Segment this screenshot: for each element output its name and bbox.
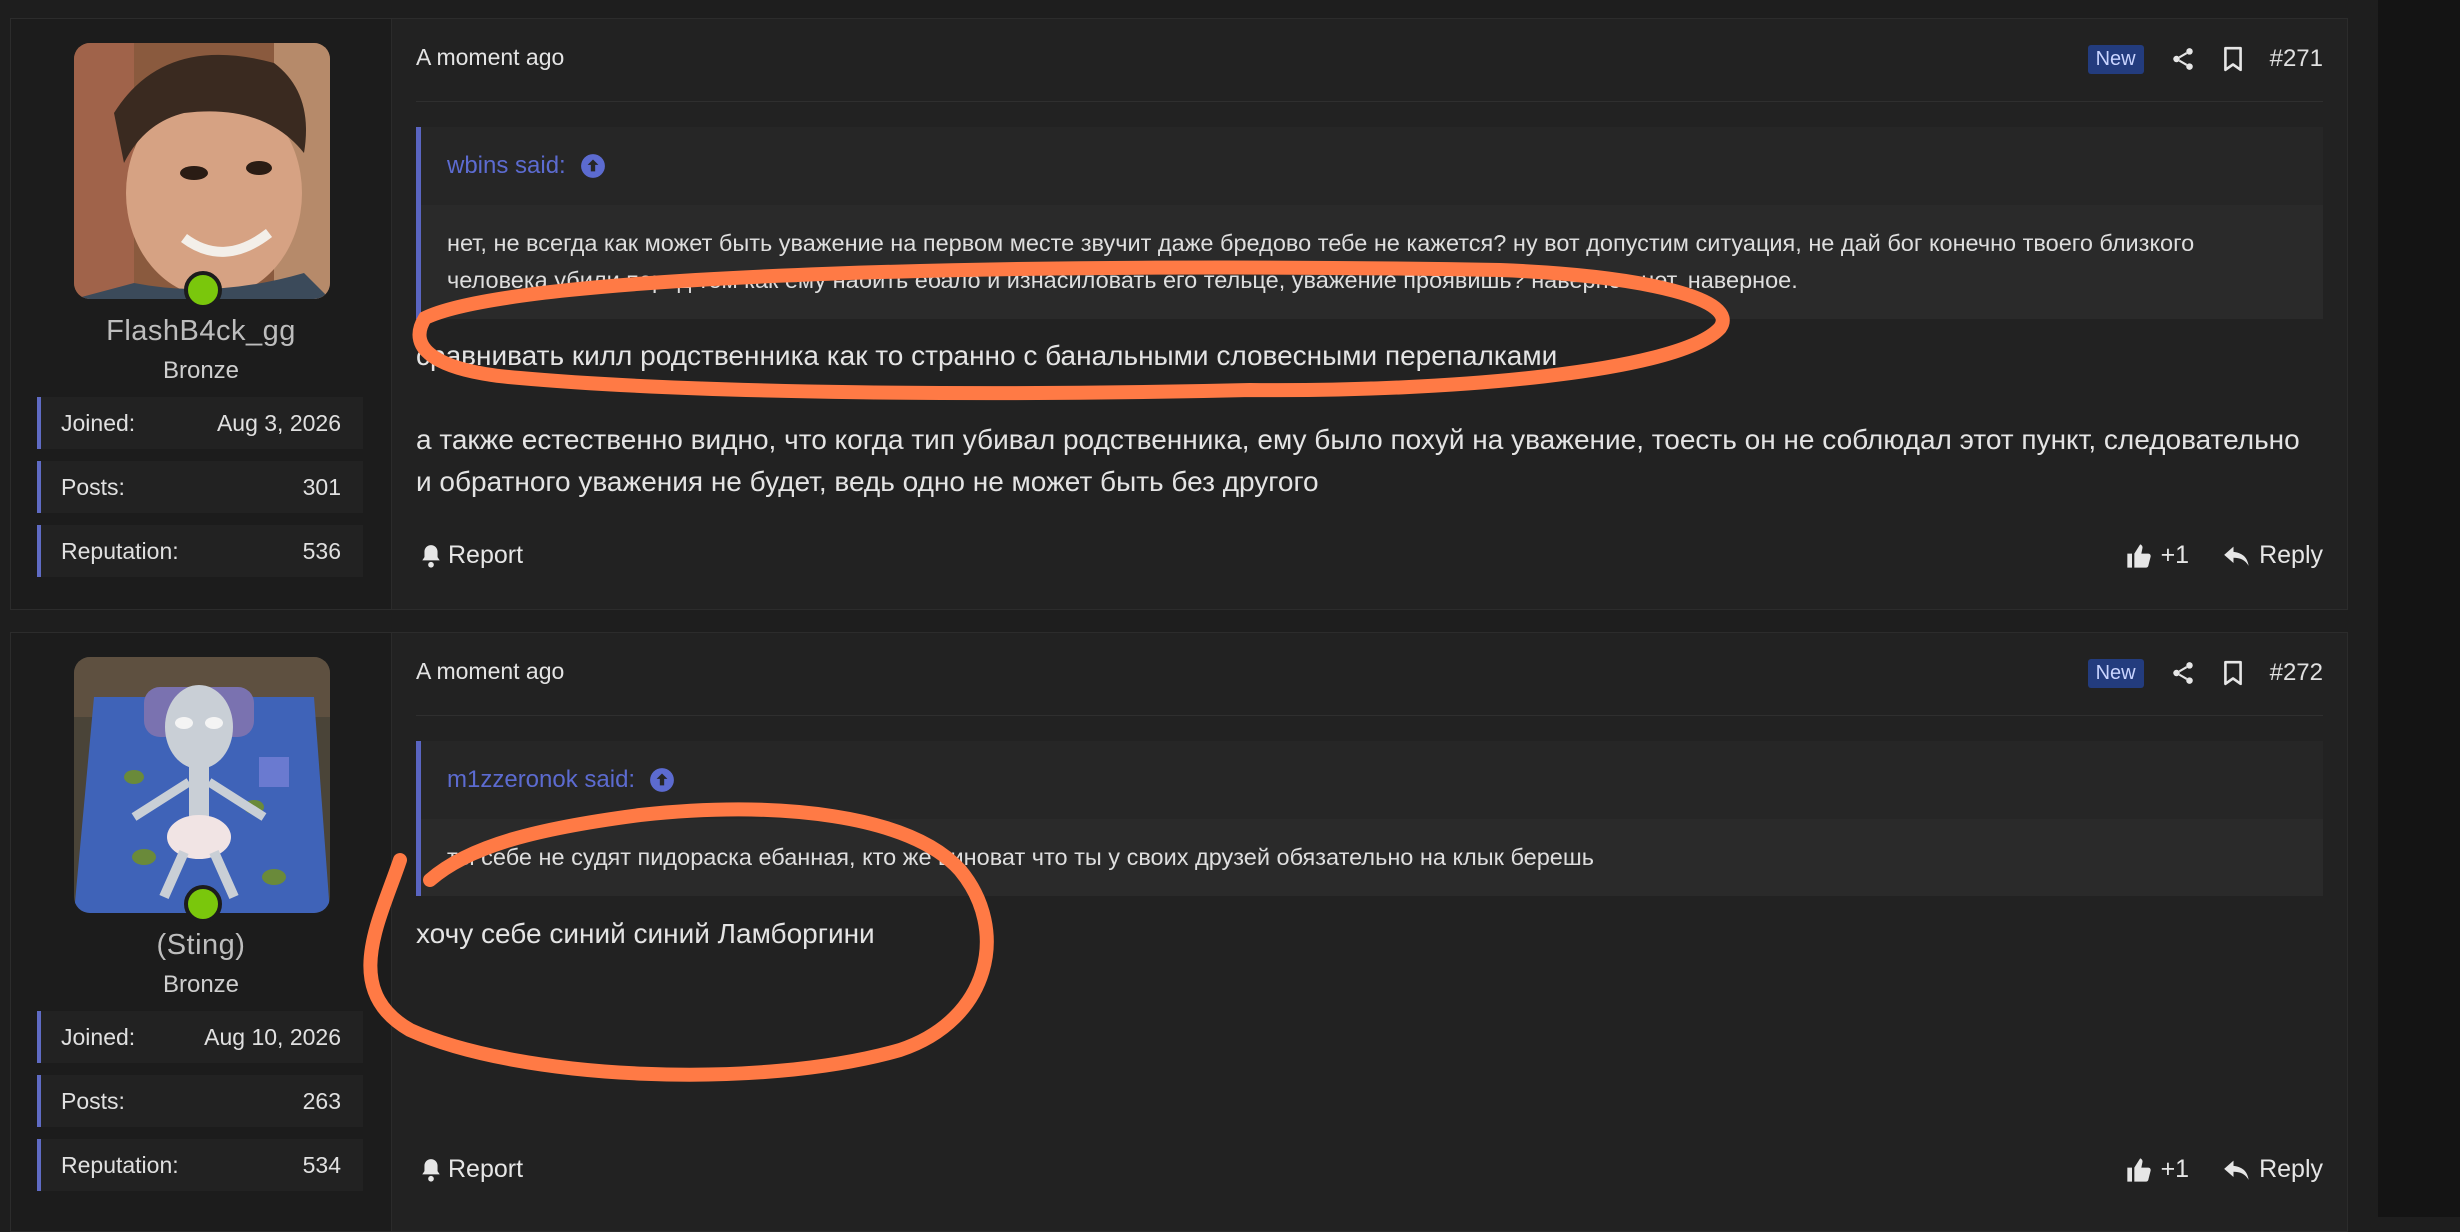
report-label: Report [448,1155,524,1183]
stat-value: Aug 3, 2026 [216,409,341,436]
stat-reputation: Reputation: 534 [37,1139,363,1191]
user-avatar[interactable] [74,657,330,923]
post-actions: New #272 [2087,655,2323,691]
post-actions: New #271 [2087,41,2323,77]
new-badge: New [2087,658,2144,688]
user-rank: Bronze [162,357,240,384]
post-footer-actions: +1 Reply [2125,541,2323,570]
new-badge: New [2087,44,2144,74]
quote-text: нет, не всегда как может быть уважение н… [421,205,2323,319]
post-footer-actions: +1 Reply [2125,1155,2323,1184]
quote-jump-icon[interactable] [580,153,606,179]
reply-button[interactable]: Reply [2223,1155,2323,1184]
post-body: A moment ago New #272 m1zzeronok said: т… [416,633,2323,1231]
page-scrollbar[interactable] [2378,0,2460,1217]
post-time[interactable]: A moment ago [416,658,564,685]
bell-icon [422,1158,440,1182]
user-rank: Bronze [162,971,240,998]
quote-block: m1zzeronok said: ты себе не судят пидора… [416,741,2323,896]
post-number-link[interactable]: #272 [2270,659,2323,687]
report-button[interactable]: Report [420,1155,523,1184]
user-panel: (Sting) Bronze Joined: Aug 10, 2026 Posts… [11,633,392,1231]
stat-posts: Posts: 263 [37,1075,363,1127]
user-panel: FlashB4ck_gg Bronze Joined: Aug 3, 2026 P… [11,19,392,609]
stat-joined: Joined: Aug 3, 2026 [37,397,363,449]
like-button[interactable]: +1 [2125,541,2190,570]
post-paragraph: хочу себе синий синий Ламборгини [416,918,875,949]
post-271: FlashB4ck_gg Bronze Joined: Aug 3, 2026 P… [10,18,2348,610]
online-status-icon [184,271,222,309]
report-button[interactable]: Report [420,541,523,570]
stat-reputation: Reputation: 536 [37,525,363,577]
quote-block: wbins said: нет, не всегда как может быт… [416,127,2323,319]
quote-text: ты себе не судят пидораска ебанная, кто … [421,819,2323,896]
post-272: (Sting) Bronze Joined: Aug 10, 2026 Posts… [10,632,2348,1232]
stat-value: 301 [302,473,341,500]
share-icon[interactable] [2170,660,2196,686]
quote-author-link[interactable]: m1zzeronok said: [421,741,2323,819]
thumbs-up-icon [2126,1157,2151,1182]
reply-label: Reply [2259,541,2323,569]
bell-icon [422,544,440,568]
stat-value: Aug 10, 2026 [204,1023,341,1050]
username[interactable]: FlashB4ck_gg [11,315,391,348]
reply-label: Reply [2259,1155,2323,1183]
stat-value: 536 [302,537,341,564]
reply-button[interactable]: Reply [2223,541,2323,570]
post-time[interactable]: A moment ago [416,44,564,71]
user-avatar[interactable] [74,43,330,309]
quote-author[interactable]: m1zzeronok said: [447,766,635,794]
post-number-link[interactable]: #271 [2270,45,2323,73]
stat-label: Reputation: [61,537,179,564]
post-paragraph: сравнивать килл родственника как то стра… [416,340,1558,371]
stat-label: Posts: [61,473,125,500]
quote-author[interactable]: wbins said: [447,152,566,180]
stat-joined: Joined: Aug 10, 2026 [37,1011,363,1063]
like-count: +1 [2160,541,2190,569]
stat-posts: Posts: 301 [37,461,363,513]
like-count: +1 [2160,1155,2190,1183]
like-button[interactable]: +1 [2125,1155,2190,1184]
reply-icon [2224,1160,2249,1180]
username[interactable]: (Sting) [11,929,391,962]
quote-author-link[interactable]: wbins said: [421,127,2323,205]
share-icon[interactable] [2170,46,2196,72]
stat-label: Joined: [61,409,136,436]
online-status-icon [184,885,222,923]
stat-label: Reputation: [61,1151,179,1178]
stat-label: Posts: [61,1087,125,1114]
post-body: A moment ago New #271 wbins said: нет, н… [416,19,2323,609]
post-paragraph: а также естественно видно, что когда тип… [416,424,2300,497]
thumbs-up-icon [2126,543,2151,568]
bookmark-icon[interactable] [2222,46,2244,72]
stat-label: Joined: [61,1023,136,1050]
header-divider [416,715,2323,716]
header-divider [416,101,2323,102]
stat-value: 534 [302,1151,341,1178]
bookmark-icon[interactable] [2222,660,2244,686]
report-label: Report [448,541,524,569]
reply-icon [2224,546,2249,566]
quote-jump-icon[interactable] [649,767,675,793]
stat-value: 263 [302,1087,341,1114]
